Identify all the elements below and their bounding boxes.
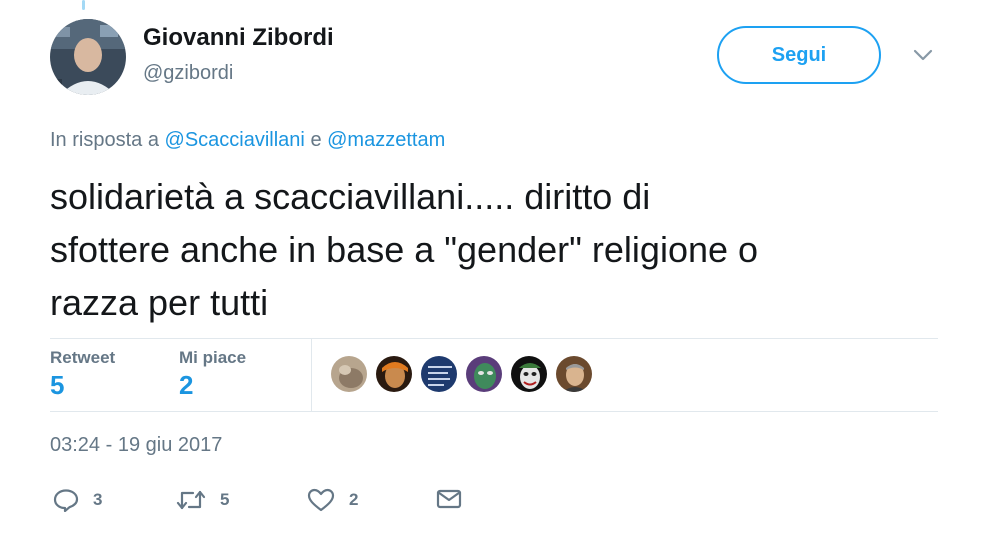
divider <box>50 338 938 339</box>
liker-avatar[interactable] <box>420 355 458 393</box>
heart-icon[interactable] <box>307 488 335 512</box>
mention-link[interactable]: @mazzettam <box>327 129 445 151</box>
reply-icon[interactable] <box>53 488 79 512</box>
likers-avatars <box>330 355 600 393</box>
divider <box>50 411 938 412</box>
tweet-text: solidarietà a scacciavillani..... diritt… <box>50 176 759 323</box>
liker-avatar[interactable] <box>555 355 593 393</box>
likes-stat-label: Mi piace <box>179 348 247 367</box>
likes-stat-count: 2 <box>179 370 194 400</box>
stats-divider <box>311 339 312 411</box>
reply-joiner: e <box>310 129 322 151</box>
liker-avatar[interactable] <box>330 355 368 393</box>
author-handle[interactable]: @gzibordi <box>143 62 233 85</box>
retweet-stat-label: Retweet <box>50 348 116 367</box>
like-action[interactable]: 2 <box>307 488 358 512</box>
liker-avatar[interactable] <box>510 355 548 393</box>
thread-line <box>82 0 85 10</box>
retweet-icon[interactable] <box>176 488 206 512</box>
like-count: 2 <box>349 490 359 509</box>
chevron-down-icon[interactable] <box>912 48 934 62</box>
retweet-action-count: 5 <box>220 490 230 509</box>
likes-stat[interactable]: Mi piace 2 <box>179 348 246 401</box>
reply-prefix: In risposta a <box>50 129 159 151</box>
retweet-stat[interactable]: Retweet 5 <box>50 348 115 401</box>
reply-count: 3 <box>93 490 103 509</box>
follow-button[interactable]: Segui <box>717 26 881 84</box>
avatar[interactable] <box>50 19 126 95</box>
message-action[interactable] <box>436 488 462 510</box>
reply-context: In risposta a @Scacciavillani e @mazzett… <box>50 129 445 152</box>
tweet-timestamp[interactable]: 03:24 - 19 giu 2017 <box>50 434 222 457</box>
author-name[interactable]: Giovanni Zibordi <box>143 24 334 52</box>
envelope-icon[interactable] <box>436 488 462 510</box>
retweet-action[interactable]: 5 <box>176 488 229 512</box>
retweet-stat-count: 5 <box>50 370 65 400</box>
liker-avatar[interactable] <box>375 355 413 393</box>
mention-link[interactable]: @Scacciavillani <box>165 129 305 151</box>
liker-avatar[interactable] <box>465 355 503 393</box>
reply-action[interactable]: 3 <box>53 488 102 512</box>
